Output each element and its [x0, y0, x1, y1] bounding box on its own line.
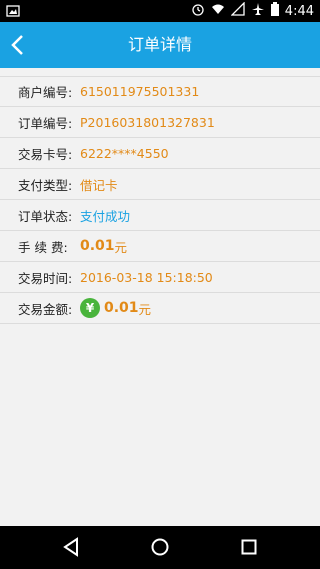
- alarm-icon: [191, 2, 205, 20]
- payment-type-label: 支付类型:: [18, 177, 73, 193]
- payment-type-value: 借记卡: [80, 177, 118, 193]
- back-triangle-icon[interactable]: [58, 534, 84, 560]
- order-id-value: P2016031801327831: [80, 114, 215, 130]
- system-navigation-bar: [0, 526, 320, 569]
- fee-unit: 元: [114, 239, 128, 255]
- transaction-time-value: 2016-03-18 15:18:50: [80, 269, 213, 285]
- image-notification-icon: [6, 3, 20, 22]
- detail-row-order-status: 订单状态: 支付成功: [0, 200, 320, 231]
- card-number-value: 6222****4550: [80, 145, 169, 161]
- battery-icon: [270, 2, 279, 20]
- detail-row-transaction-amount: 交易金额: ¥ 0.01 元: [0, 293, 320, 324]
- signal-icon: [230, 2, 245, 20]
- order-status-label: 订单状态:: [18, 208, 73, 224]
- transaction-amount-label: 交易金额:: [18, 301, 73, 317]
- detail-row-card-number: 交易卡号: 6222****4550: [0, 138, 320, 169]
- merchant-id-label: 商户编号:: [18, 85, 73, 100]
- yen-coin-icon: ¥: [80, 298, 100, 318]
- app-header: 订单详情: [0, 22, 320, 68]
- detail-row-payment-type: 支付类型: 借记卡: [0, 169, 320, 200]
- order-id-label: 订单编号:: [18, 115, 73, 131]
- detail-row-merchant-id: 商户编号: 615011975501331: [0, 76, 320, 107]
- detail-row-transaction-time: 交易时间: 2016-03-18 15:18:50: [0, 262, 320, 293]
- page-title: 订单详情: [127, 35, 192, 54]
- detail-row-fee: 手 续 费: 0.01 元: [0, 231, 320, 262]
- wifi-icon: [211, 2, 225, 20]
- merchant-id-value: 615011975501331: [80, 84, 200, 99]
- home-circle-icon[interactable]: [147, 534, 173, 560]
- airplane-mode-icon: [251, 2, 265, 20]
- fee-value: 0.01: [80, 238, 115, 254]
- order-details-list: 商户编号: 615011975501331 订单编号: P20160318013…: [0, 76, 320, 324]
- transaction-amount-unit: 元: [138, 301, 152, 317]
- card-number-label: 交易卡号:: [18, 146, 73, 162]
- status-bar: 4:44: [0, 0, 320, 22]
- order-status-value: 支付成功: [80, 208, 131, 224]
- transaction-time-label: 交易时间:: [18, 270, 73, 286]
- transaction-amount-value: 0.01: [104, 300, 139, 316]
- detail-row-order-id: 订单编号: P2016031801327831: [0, 107, 320, 138]
- status-time: 4:44: [284, 3, 314, 19]
- recent-apps-square-icon[interactable]: [236, 534, 262, 560]
- fee-label: 手 续 费:: [18, 239, 68, 255]
